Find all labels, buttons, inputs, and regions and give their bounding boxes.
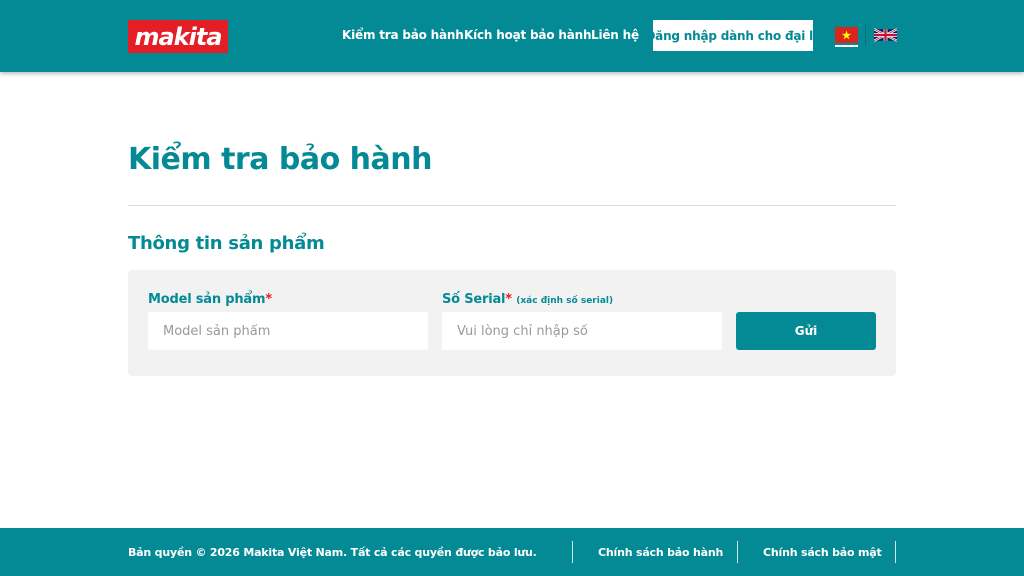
logo-text: makita [134,22,222,51]
page-title: Kiểm tra bảo hành [128,142,433,177]
serial-field-label: Số Serial* (xác định số serial) [442,292,613,307]
serial-label-text: Số Serial [442,292,506,307]
title-divider [128,205,896,206]
uk-flag-icon[interactable] [874,27,897,43]
footer-divider [895,541,896,563]
nav-link-contact[interactable]: Liên hệ [591,28,639,42]
nav-link-warranty-check[interactable]: Kiểm tra bảo hành [342,28,464,42]
footer-link-privacy-policy[interactable]: Chính sách bảo mật [763,546,882,559]
model-field-label: Model sản phẩm* [148,292,272,307]
serial-input[interactable] [442,312,722,350]
copyright-text: Bản quyền © 2026 Makita Việt Nam. Tất cả… [128,546,537,559]
section-title: Thông tin sản phẩm [128,233,325,254]
footer-divider [737,541,738,563]
nav-link-warranty-activation[interactable]: Kích hoạt bảo hành [464,28,591,42]
footer-divider [572,541,573,563]
vietnam-flag-icon[interactable] [835,27,858,47]
required-mark: * [505,292,512,307]
serial-hint-link[interactable]: (xác định số serial) [516,296,613,306]
model-label-text: Model sản phẩm [148,292,266,307]
model-input[interactable] [148,312,428,350]
dealer-login-button[interactable]: Đăng nhập dành cho đại lý [645,20,821,51]
footer-link-warranty-policy[interactable]: Chính sách bảo hành [598,546,723,559]
submit-button[interactable]: Gửi [736,312,876,350]
required-mark: * [265,292,272,307]
site-footer: Bản quyền © 2026 Makita Việt Nam. Tất cả… [0,528,1024,576]
makita-logo[interactable]: makita [128,20,228,53]
language-divider [865,25,866,46]
site-header: makita Kiểm tra bảo hành Kích hoạt bảo h… [0,0,1024,72]
